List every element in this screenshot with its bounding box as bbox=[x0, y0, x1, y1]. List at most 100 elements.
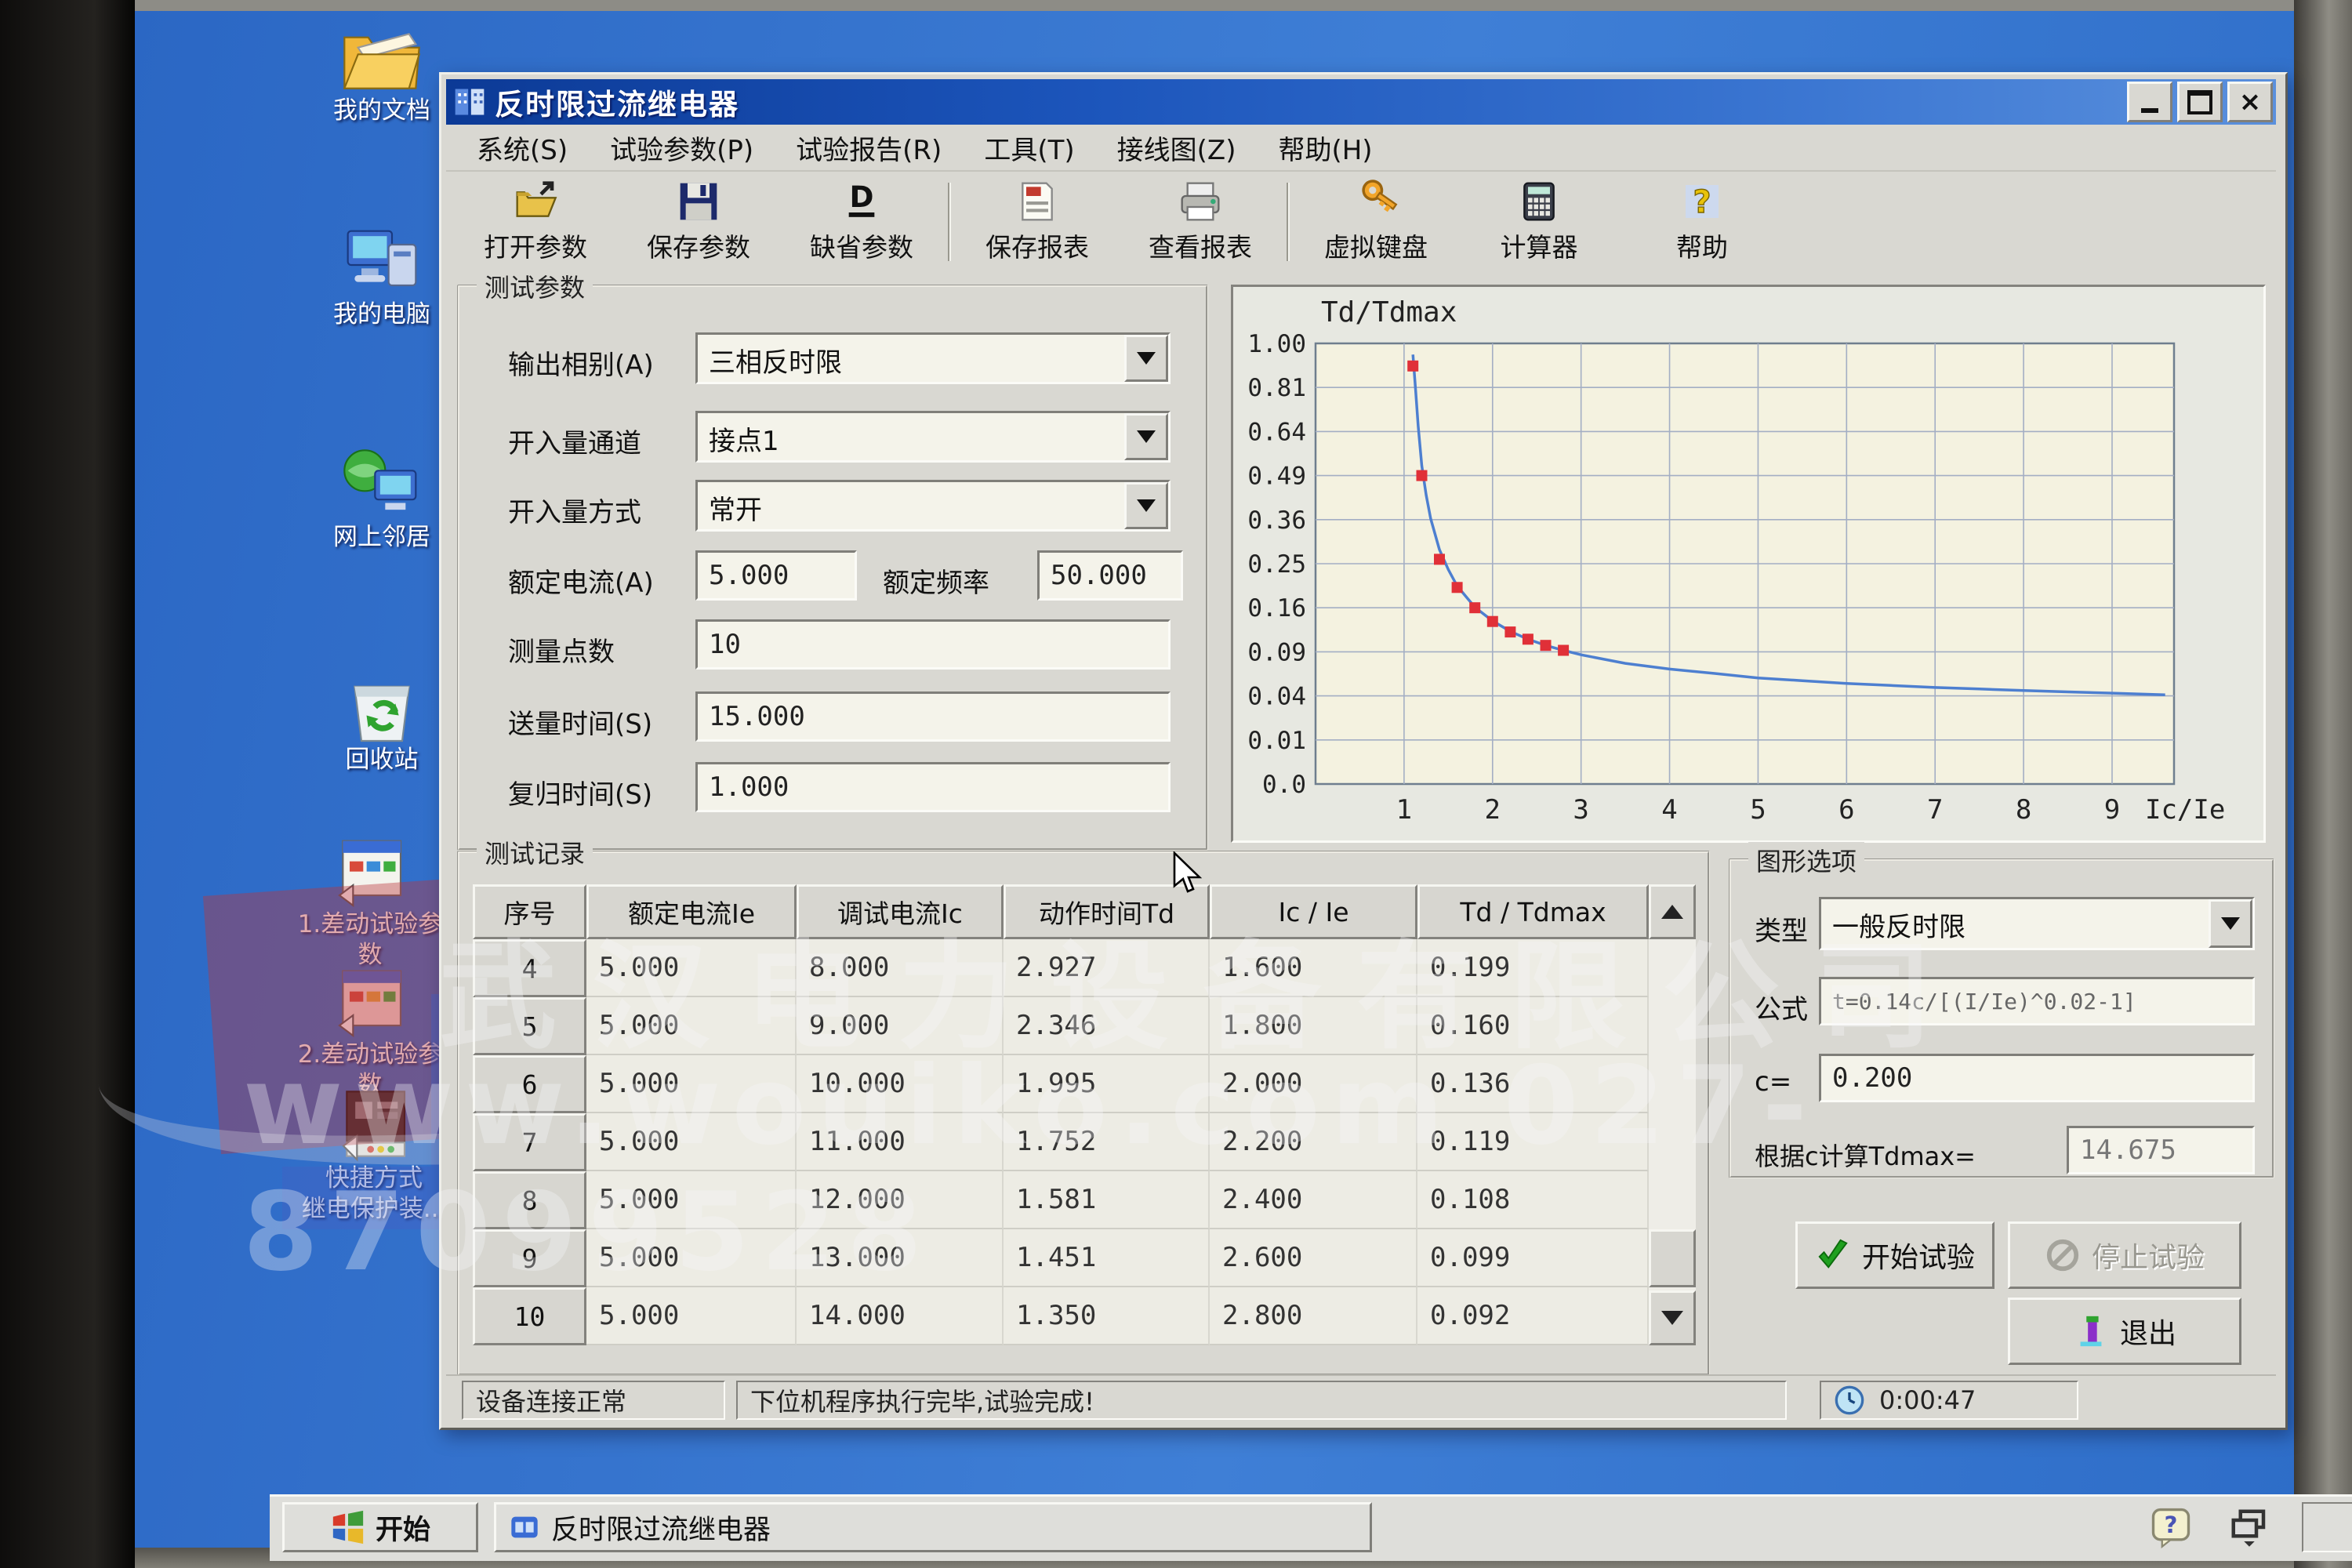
table-cell[interactable]: 1.451 bbox=[1004, 1229, 1210, 1287]
feed-time-input[interactable] bbox=[698, 694, 1168, 739]
input-channel-select[interactable]: 接点1 bbox=[695, 411, 1171, 463]
records-header-0[interactable]: 序号 bbox=[473, 884, 586, 939]
table-cell[interactable]: 5.000 bbox=[586, 1287, 797, 1345]
reset-time-input[interactable] bbox=[698, 764, 1168, 810]
menu-item-6[interactable]: 帮助(H) bbox=[1257, 125, 1393, 170]
scroll-down-button[interactable] bbox=[1649, 1290, 1696, 1345]
toolbar-button-save-params[interactable]: 保存参数 bbox=[617, 176, 780, 268]
points-field[interactable] bbox=[695, 619, 1171, 670]
row-header[interactable]: 7 bbox=[473, 1113, 586, 1171]
minimize-button[interactable] bbox=[2127, 82, 2172, 122]
rated-current-field[interactable] bbox=[695, 550, 857, 601]
table-cell[interactable]: 5.000 bbox=[586, 1171, 797, 1229]
menu-item-1[interactable]: 系统(S) bbox=[456, 125, 589, 170]
table-cell[interactable]: 1.600 bbox=[1210, 939, 1417, 997]
table-cell[interactable]: 5.000 bbox=[586, 939, 797, 997]
toolbar-button-view-report[interactable]: 查看报表 bbox=[1119, 176, 1282, 268]
row-header[interactable]: 9 bbox=[473, 1229, 586, 1287]
toolbar-button-save-report[interactable]: 保存报表 bbox=[956, 176, 1119, 268]
chevron-down-icon[interactable] bbox=[1124, 335, 1168, 382]
toolbar-button-virtual-keyboard[interactable]: 虚拟键盘 bbox=[1294, 176, 1457, 268]
chevron-down-icon[interactable] bbox=[2209, 899, 2252, 948]
formula-field[interactable] bbox=[1819, 977, 2255, 1025]
scrollbar-thumb[interactable] bbox=[1649, 1229, 1696, 1287]
menu-item-4[interactable]: 工具(T) bbox=[963, 125, 1095, 170]
records-header-4[interactable]: Ic / Ie bbox=[1210, 884, 1417, 939]
toolbar-button-calculator[interactable]: 计算器 bbox=[1457, 176, 1621, 268]
chevron-down-icon[interactable] bbox=[1124, 482, 1168, 529]
row-header[interactable]: 6 bbox=[473, 1055, 586, 1113]
rated-freq-field[interactable] bbox=[1037, 550, 1183, 601]
output-phase-select[interactable]: 三相反时限 bbox=[695, 332, 1171, 384]
scroll-up-button[interactable] bbox=[1649, 884, 1696, 939]
formula-input[interactable] bbox=[1821, 979, 2252, 1023]
table-cell[interactable]: 2.200 bbox=[1210, 1113, 1417, 1171]
help-balloon-icon[interactable]: ? bbox=[2150, 1506, 2192, 1548]
tdmax-field[interactable] bbox=[2067, 1126, 2255, 1174]
table-cell[interactable]: 0.108 bbox=[1417, 1171, 1649, 1229]
rated-current-input[interactable] bbox=[698, 553, 855, 598]
row-header[interactable]: 10 bbox=[473, 1287, 586, 1345]
table-cell[interactable]: 10.000 bbox=[797, 1055, 1004, 1113]
table-cell[interactable]: 0.092 bbox=[1417, 1287, 1649, 1345]
table-cell[interactable]: 1.350 bbox=[1004, 1287, 1210, 1345]
row-header[interactable]: 5 bbox=[473, 997, 586, 1055]
start-menu-button[interactable]: 开始 bbox=[282, 1502, 478, 1552]
rated-freq-input[interactable] bbox=[1040, 553, 1181, 598]
table-cell[interactable]: 0.136 bbox=[1417, 1055, 1649, 1113]
records-header-5[interactable]: Td / Tdmax bbox=[1417, 884, 1649, 939]
curve-type-select[interactable]: 一般反时限 bbox=[1819, 897, 2255, 950]
table-cell[interactable]: 1.995 bbox=[1004, 1055, 1210, 1113]
table-cell[interactable]: 5.000 bbox=[586, 1229, 797, 1287]
chevron-down-icon[interactable] bbox=[1124, 413, 1168, 460]
feed-time-field[interactable] bbox=[695, 691, 1171, 742]
table-cell[interactable]: 1.800 bbox=[1210, 997, 1417, 1055]
table-cell[interactable]: 1.581 bbox=[1004, 1171, 1210, 1229]
points-input[interactable] bbox=[698, 622, 1168, 667]
table-cell[interactable]: 11.000 bbox=[797, 1113, 1004, 1171]
row-header[interactable]: 4 bbox=[473, 939, 586, 997]
table-cell[interactable]: 2.600 bbox=[1210, 1229, 1417, 1287]
table-cell[interactable]: 14.000 bbox=[797, 1287, 1004, 1345]
input-mode-select[interactable]: 常开 bbox=[695, 480, 1171, 532]
table-cell[interactable]: 0.199 bbox=[1417, 939, 1649, 997]
table-cell[interactable]: 1.752 bbox=[1004, 1113, 1210, 1171]
menu-item-3[interactable]: 试验报告(R) bbox=[775, 125, 963, 170]
table-cell[interactable]: 0.119 bbox=[1417, 1113, 1649, 1171]
table-cell[interactable]: 2.400 bbox=[1210, 1171, 1417, 1229]
records-header-3[interactable]: 动作时间Td bbox=[1004, 884, 1210, 939]
table-cell[interactable]: 5.000 bbox=[586, 1113, 797, 1171]
toolbar-button-open-params[interactable]: 打开参数 bbox=[454, 176, 617, 268]
menu-item-5[interactable]: 接线图(Z) bbox=[1096, 125, 1258, 170]
start-test-button[interactable]: 开始试验 bbox=[1795, 1221, 1994, 1289]
table-cell[interactable]: 5.000 bbox=[586, 997, 797, 1055]
row-header[interactable]: 8 bbox=[473, 1171, 586, 1229]
exit-button[interactable]: 退出 bbox=[2008, 1298, 2241, 1365]
toolbar-button-help[interactable]: ?帮助 bbox=[1621, 176, 1784, 268]
menu-item-2[interactable]: 试验参数(P) bbox=[589, 125, 775, 170]
table-cell[interactable]: 2.927 bbox=[1004, 939, 1210, 997]
tdmax-input[interactable] bbox=[2069, 1128, 2252, 1172]
table-cell[interactable]: 0.160 bbox=[1417, 997, 1649, 1055]
table-cell[interactable]: 9.000 bbox=[797, 997, 1004, 1055]
table-cell[interactable]: 2.346 bbox=[1004, 997, 1210, 1055]
table-cell[interactable]: 0.099 bbox=[1417, 1229, 1649, 1287]
table-cell[interactable]: 2.000 bbox=[1210, 1055, 1417, 1113]
toolbar-button-default-params[interactable]: D缺省参数 bbox=[780, 176, 943, 268]
maximize-button[interactable] bbox=[2177, 82, 2223, 122]
window-stack-icon[interactable] bbox=[2228, 1506, 2270, 1548]
title-bar[interactable]: 反时限过流继电器 × bbox=[446, 79, 2276, 125]
table-cell[interactable]: 12.000 bbox=[797, 1171, 1004, 1229]
c-field[interactable] bbox=[1819, 1054, 2255, 1102]
reset-time-field[interactable] bbox=[695, 762, 1171, 812]
table-cell[interactable]: 5.000 bbox=[586, 1055, 797, 1113]
table-cell[interactable]: 13.000 bbox=[797, 1229, 1004, 1287]
records-scrollbar[interactable] bbox=[1649, 884, 1696, 1345]
table-cell[interactable]: 8.000 bbox=[797, 939, 1004, 997]
taskbar-task-button[interactable]: 反时限过流继电器 bbox=[494, 1502, 1372, 1552]
records-header-2[interactable]: 调试电流Ic bbox=[797, 884, 1004, 939]
c-input[interactable] bbox=[1821, 1056, 2252, 1100]
records-header-1[interactable]: 额定电流Ie bbox=[586, 884, 797, 939]
table-cell[interactable]: 2.800 bbox=[1210, 1287, 1417, 1345]
close-button[interactable]: × bbox=[2227, 82, 2273, 122]
